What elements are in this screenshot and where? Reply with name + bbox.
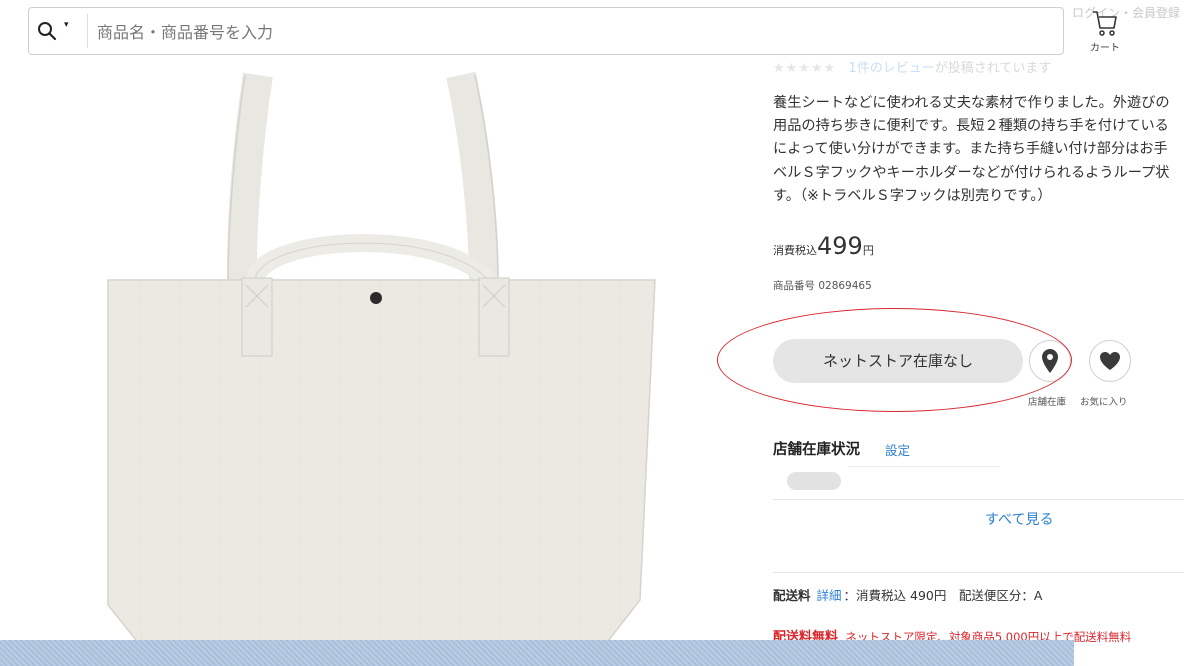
chevron-down-icon: ▾ <box>64 20 69 30</box>
price-prefix: 消費税込 <box>773 244 817 257</box>
favorite-button[interactable] <box>1089 340 1131 382</box>
description-line: 用品の持ち歩きに便利です。長短２種類の持ち手を付けている <box>773 118 1169 135</box>
store-stock-title: 店舗在庫状況 <box>773 442 860 458</box>
divider <box>848 466 1000 467</box>
search-icon <box>38 22 57 41</box>
shipping-detail-link[interactable]: 詳細 <box>817 588 842 603</box>
divider <box>773 572 1184 573</box>
see-all-link[interactable]: すべて見る <box>985 509 1053 529</box>
store-stock-caption: 店舗在庫 <box>1028 397 1067 408</box>
search-bar: ▾ <box>28 7 1064 55</box>
product-image <box>107 71 656 645</box>
favorite-caption: お気に入り <box>1080 397 1128 408</box>
net-store-stock-button[interactable]: ネットストア在庫なし <box>773 339 1023 383</box>
cart-button[interactable]: カート <box>1083 6 1127 58</box>
search-input[interactable] <box>95 14 999 50</box>
price-value: 499 <box>817 232 863 260</box>
store-placeholder <box>787 472 841 490</box>
cart-icon <box>1093 11 1117 36</box>
description-line: 養生シートなどに使われる丈夫な素材で作りました。外遊びの <box>773 95 1170 111</box>
price-unit: 円 <box>862 244 874 257</box>
cart-label: カート <box>1090 43 1120 54</box>
store-stock-setting-link[interactable]: 設定 <box>885 440 910 459</box>
review-link[interactable]: 1件のレビュー <box>848 61 934 76</box>
review-text: が投稿されています <box>934 61 1052 76</box>
item-number: 商品番号 02869465 <box>773 280 872 292</box>
search-divider <box>87 14 88 48</box>
heart-icon <box>1100 352 1120 370</box>
shipping-text: ：消費税込 490円 配送便区分：A <box>843 588 1043 603</box>
shipping-info: 配送料 詳細 ：消費税込 490円 配送便区分：A <box>773 585 1042 604</box>
store-stock-button[interactable] <box>1029 340 1071 382</box>
description-line: によって使い分けができます。また持ち手縫い付け部分はお手 <box>773 141 1168 158</box>
review-summary: ★★★★★ 1件のレビューが投稿されています <box>773 57 1051 76</box>
shipping-label: 配送料 <box>773 588 811 603</box>
bottom-overlay-band <box>0 640 1074 666</box>
search-scope-dropdown[interactable]: ▾ <box>29 8 87 54</box>
price: 消費税込499円 <box>773 232 874 260</box>
description-line: す。（※トラベルＳ字フックは別売りです。） <box>773 187 1052 204</box>
divider <box>773 499 1184 500</box>
product-description: 養生シートなどに使われる丈夫な素材で作りました。外遊びの 用品の持ち歩きに便利で… <box>773 92 1184 208</box>
description-line: ベルＳ字フックやキーホルダーなどが付けられるようループ状 <box>773 164 1170 181</box>
map-pin-icon <box>1042 349 1058 373</box>
star-rating-icon: ★★★★★ <box>773 61 837 76</box>
